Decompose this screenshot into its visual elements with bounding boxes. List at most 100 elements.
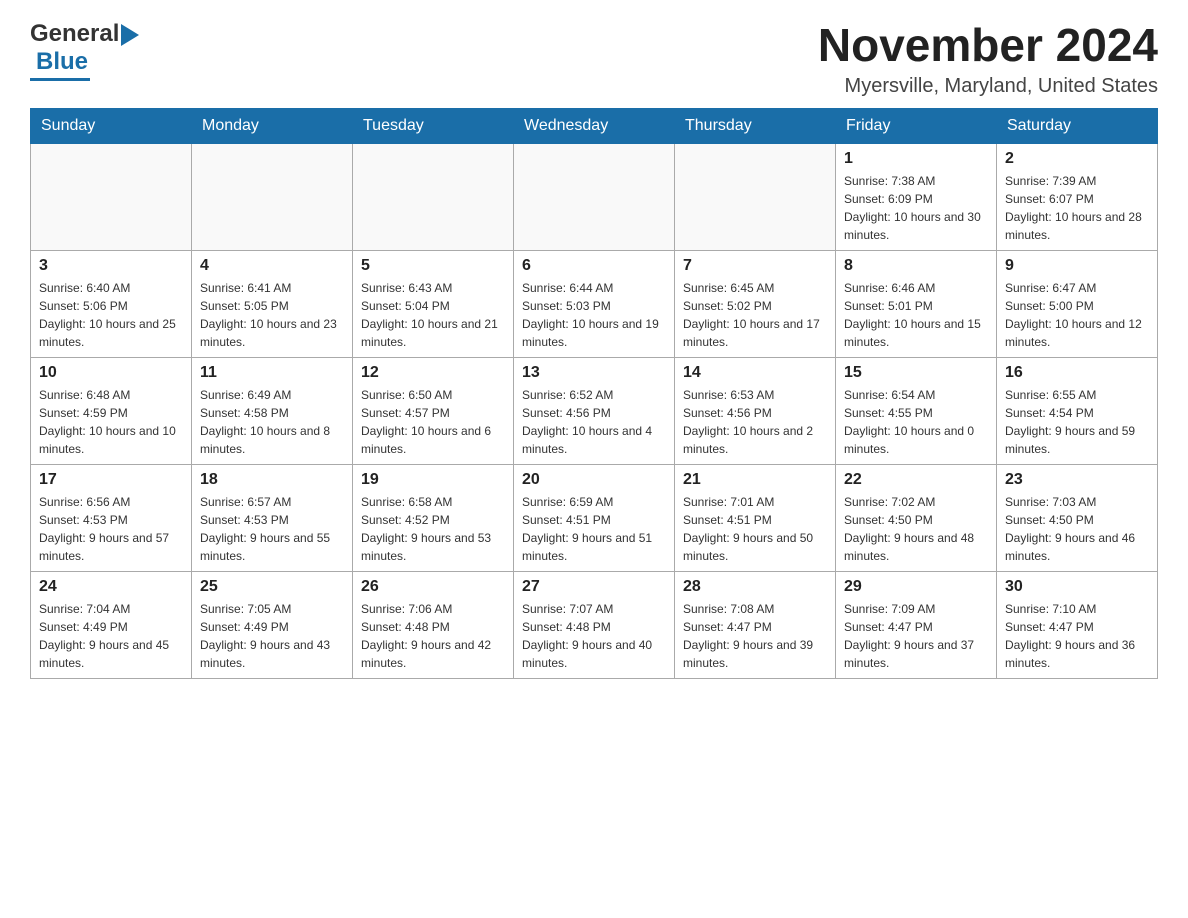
calendar-cell: 7Sunrise: 6:45 AMSunset: 5:02 PMDaylight… <box>675 250 836 357</box>
calendar-cell: 27Sunrise: 7:07 AMSunset: 4:48 PMDayligh… <box>514 571 675 678</box>
day-info: Sunrise: 7:39 AMSunset: 6:07 PMDaylight:… <box>1005 172 1149 244</box>
calendar-cell: 2Sunrise: 7:39 AMSunset: 6:07 PMDaylight… <box>997 143 1158 250</box>
logo-arrow-icon <box>121 24 141 46</box>
calendar-cell: 4Sunrise: 6:41 AMSunset: 5:05 PMDaylight… <box>192 250 353 357</box>
calendar-cell <box>675 143 836 250</box>
day-number: 10 <box>39 364 183 382</box>
day-number: 24 <box>39 578 183 596</box>
calendar-cell: 9Sunrise: 6:47 AMSunset: 5:00 PMDaylight… <box>997 250 1158 357</box>
calendar-cell: 10 Sunrise: 6:48 AMSunset: 4:59 PMDayligh… <box>31 357 192 464</box>
calendar-cell: 6 Sunrise: 6:44 AMSunset: 5:03 PMDaylight… <box>514 250 675 357</box>
calendar-cell: 15 Sunrise: 6:54 AMSunset: 4:55 PMDayligh… <box>836 357 997 464</box>
day-number: 27 <box>522 578 666 596</box>
day-info: Sunrise: 6:44 AMSunset: 5:03 PMDaylight:… <box>522 279 666 351</box>
month-title: November 2024 <box>818 20 1158 71</box>
calendar-cell: 20 Sunrise: 6:59 AMSunset: 4:51 PMDayligh… <box>514 464 675 571</box>
day-number: 23 <box>1005 471 1149 489</box>
calendar-cell <box>192 143 353 250</box>
weekday-header-tuesday: Tuesday <box>353 108 514 143</box>
day-info: Sunrise: 6:59 AMSunset: 4:51 PMDaylight:… <box>522 493 666 565</box>
day-info: Sunrise: 6:56 AMSunset: 4:53 PMDaylight:… <box>39 493 183 565</box>
calendar-cell: 11 Sunrise: 6:49 AMSunset: 4:58 PMDayligh… <box>192 357 353 464</box>
calendar-cell <box>353 143 514 250</box>
day-info: Sunrise: 7:09 AMSunset: 4:47 PMDaylight:… <box>844 600 988 672</box>
location-subtitle: Myersville, Maryland, United States <box>818 75 1158 98</box>
day-number: 11 <box>200 364 344 382</box>
day-number: 6 <box>522 257 666 275</box>
day-info: Sunrise: 6:54 AMSunset: 4:55 PMDaylight:… <box>844 386 988 458</box>
day-info: Sunrise: 7:02 AMSunset: 4:50 PMDaylight:… <box>844 493 988 565</box>
calendar-cell: 13 Sunrise: 6:52 AMSunset: 4:56 PMDayligh… <box>514 357 675 464</box>
day-number: 25 <box>200 578 344 596</box>
weekday-header-monday: Monday <box>192 108 353 143</box>
calendar-cell: 16 Sunrise: 6:55 AMSunset: 4:54 PMDayligh… <box>997 357 1158 464</box>
day-info: Sunrise: 7:01 AMSunset: 4:51 PMDaylight:… <box>683 493 827 565</box>
day-info: Sunrise: 7:38 AMSunset: 6:09 PMDaylight:… <box>844 172 988 244</box>
day-info: Sunrise: 6:45 AMSunset: 5:02 PMDaylight:… <box>683 279 827 351</box>
title-block: November 2024 Myersville, Maryland, Unit… <box>818 20 1158 98</box>
calendar-cell: 30 Sunrise: 7:10 AMSunset: 4:47 PMDayligh… <box>997 571 1158 678</box>
weekday-header-sunday: Sunday <box>31 108 192 143</box>
calendar-cell: 3 Sunrise: 6:40 AMSunset: 5:06 PMDaylight… <box>31 250 192 357</box>
day-info: Sunrise: 7:05 AMSunset: 4:49 PMDaylight:… <box>200 600 344 672</box>
day-number: 16 <box>1005 364 1149 382</box>
day-info: Sunrise: 6:50 AMSunset: 4:57 PMDaylight:… <box>361 386 505 458</box>
day-number: 12 <box>361 364 505 382</box>
day-number: 13 <box>522 364 666 382</box>
weekday-header-friday: Friday <box>836 108 997 143</box>
day-number: 26 <box>361 578 505 596</box>
weekday-header-wednesday: Wednesday <box>514 108 675 143</box>
day-number: 28 <box>683 578 827 596</box>
day-number: 1 <box>844 150 988 168</box>
day-info: Sunrise: 6:55 AMSunset: 4:54 PMDaylight:… <box>1005 386 1149 458</box>
day-number: 21 <box>683 471 827 489</box>
day-info: Sunrise: 6:48 AMSunset: 4:59 PMDaylight:… <box>39 386 183 458</box>
logo-blue-text: Blue <box>36 48 88 76</box>
calendar-cell <box>31 143 192 250</box>
day-info: Sunrise: 6:52 AMSunset: 4:56 PMDaylight:… <box>522 386 666 458</box>
calendar-cell: 19 Sunrise: 6:58 AMSunset: 4:52 PMDayligh… <box>353 464 514 571</box>
calendar-cell: 14 Sunrise: 6:53 AMSunset: 4:56 PMDayligh… <box>675 357 836 464</box>
calendar-cell: 8 Sunrise: 6:46 AMSunset: 5:01 PMDaylight… <box>836 250 997 357</box>
day-number: 29 <box>844 578 988 596</box>
calendar-cell: 21 Sunrise: 7:01 AMSunset: 4:51 PMDayligh… <box>675 464 836 571</box>
day-number: 5 <box>361 257 505 275</box>
weekday-header-thursday: Thursday <box>675 108 836 143</box>
day-info: Sunrise: 6:49 AMSunset: 4:58 PMDaylight:… <box>200 386 344 458</box>
day-info: Sunrise: 6:58 AMSunset: 4:52 PMDaylight:… <box>361 493 505 565</box>
day-number: 17 <box>39 471 183 489</box>
day-number: 3 <box>39 257 183 275</box>
day-info: Sunrise: 7:06 AMSunset: 4:48 PMDaylight:… <box>361 600 505 672</box>
calendar-cell: 17 Sunrise: 6:56 AMSunset: 4:53 PMDayligh… <box>31 464 192 571</box>
logo-general-text: General <box>30 20 119 48</box>
day-number: 19 <box>361 471 505 489</box>
calendar-cell: 1 Sunrise: 7:38 AMSunset: 6:09 PMDaylight… <box>836 143 997 250</box>
day-info: Sunrise: 7:04 AMSunset: 4:49 PMDaylight:… <box>39 600 183 672</box>
day-number: 8 <box>844 257 988 275</box>
page-header: General Blue November 2024 Myersville, M… <box>30 20 1158 98</box>
calendar-cell <box>514 143 675 250</box>
day-number: 30 <box>1005 578 1149 596</box>
day-info: Sunrise: 6:40 AMSunset: 5:06 PMDaylight:… <box>39 279 183 351</box>
calendar-cell: 26 Sunrise: 7:06 AMSunset: 4:48 PMDayligh… <box>353 571 514 678</box>
day-info: Sunrise: 6:46 AMSunset: 5:01 PMDaylight:… <box>844 279 988 351</box>
day-number: 14 <box>683 364 827 382</box>
logo: General Blue <box>30 20 141 81</box>
day-number: 22 <box>844 471 988 489</box>
calendar-cell: 5Sunrise: 6:43 AMSunset: 5:04 PMDaylight… <box>353 250 514 357</box>
day-number: 20 <box>522 471 666 489</box>
week-row-2: 3 Sunrise: 6:40 AMSunset: 5:06 PMDaylight… <box>31 250 1158 357</box>
calendar-cell: 25 Sunrise: 7:05 AMSunset: 4:49 PMDayligh… <box>192 571 353 678</box>
logo-underline <box>30 78 90 81</box>
calendar-cell: 12 Sunrise: 6:50 AMSunset: 4:57 PMDayligh… <box>353 357 514 464</box>
day-number: 9 <box>1005 257 1149 275</box>
calendar-cell: 29 Sunrise: 7:09 AMSunset: 4:47 PMDayligh… <box>836 571 997 678</box>
day-number: 4 <box>200 257 344 275</box>
calendar-table: SundayMondayTuesdayWednesdayThursdayFrid… <box>30 108 1158 679</box>
week-row-1: 1 Sunrise: 7:38 AMSunset: 6:09 PMDaylight… <box>31 143 1158 250</box>
day-number: 18 <box>200 471 344 489</box>
day-info: Sunrise: 7:10 AMSunset: 4:47 PMDaylight:… <box>1005 600 1149 672</box>
day-info: Sunrise: 6:53 AMSunset: 4:56 PMDaylight:… <box>683 386 827 458</box>
calendar-cell: 28Sunrise: 7:08 AMSunset: 4:47 PMDayligh… <box>675 571 836 678</box>
day-number: 15 <box>844 364 988 382</box>
